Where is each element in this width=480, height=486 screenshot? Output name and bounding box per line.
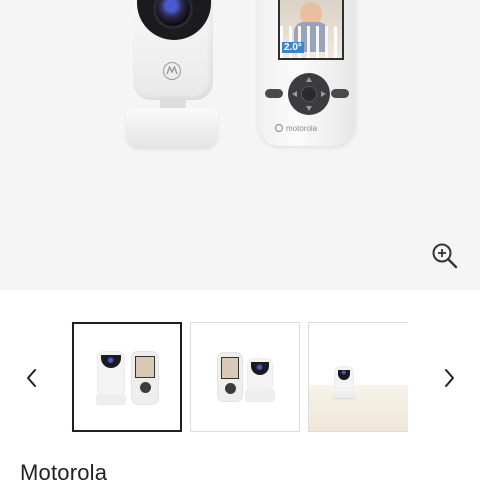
parent-unit-screen: 2.0°: [278, 0, 344, 60]
previous-thumbnail-button[interactable]: [20, 363, 44, 393]
thumbnail-1[interactable]: [72, 322, 182, 432]
chevron-right-icon: [445, 369, 454, 387]
zoom-in-icon[interactable]: [430, 241, 460, 271]
product-brand[interactable]: Motorola: [20, 460, 107, 486]
right-side-button: [331, 89, 349, 98]
dpad-control: [288, 73, 330, 115]
left-side-button: [265, 89, 283, 98]
chevron-left-icon: [27, 369, 36, 387]
temperature-readout: 2.0°: [282, 42, 304, 53]
unit-brand-label: motorola: [275, 124, 317, 133]
next-thumbnail-button[interactable]: [437, 363, 461, 393]
unit-logo-icon: [275, 124, 283, 132]
motorola-logo-icon: [163, 62, 181, 80]
thumbnail-3[interactable]: [308, 322, 408, 432]
camera-base: [126, 108, 218, 148]
product-main-image[interactable]: 2.0° motorola: [0, 0, 480, 290]
thumbnail-2[interactable]: [190, 322, 300, 432]
